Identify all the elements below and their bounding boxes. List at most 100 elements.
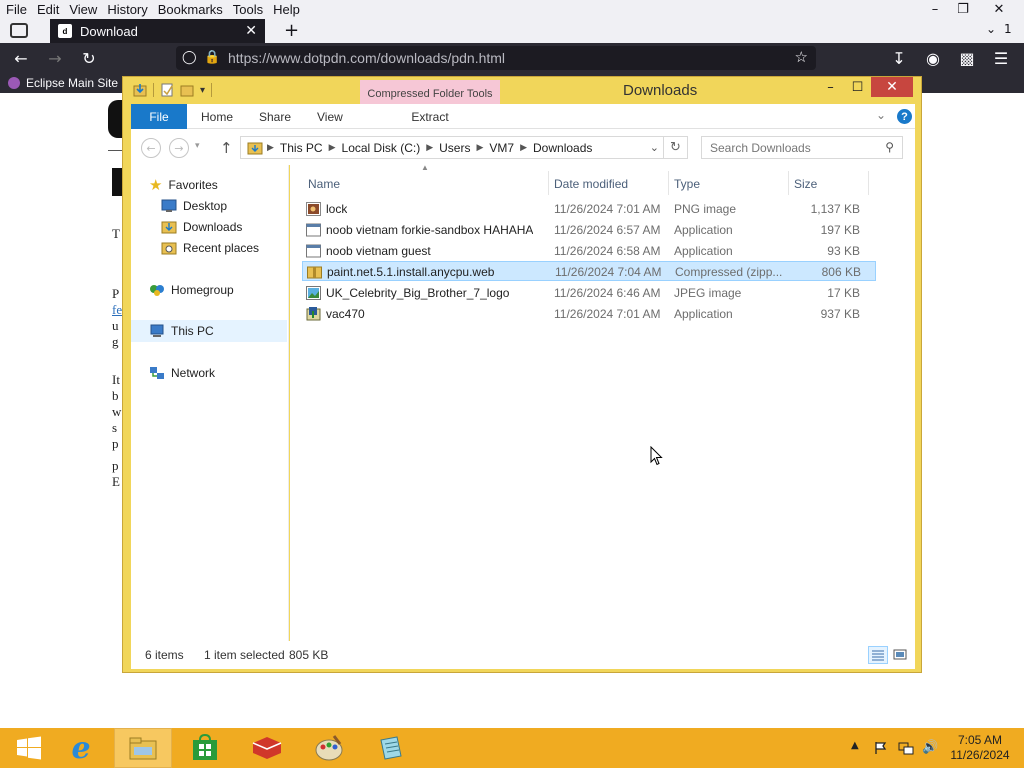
- system-clock[interactable]: 7:05 AM 11/26/2024: [940, 733, 1020, 763]
- nav-homegroup[interactable]: Homegroup: [149, 280, 234, 300]
- menu-history[interactable]: History: [102, 2, 152, 17]
- action-center-flag-icon[interactable]: [874, 741, 888, 755]
- breadcrumb-separator-icon[interactable]: ▶: [329, 142, 336, 153]
- breadcrumb-vm7[interactable]: VM7: [483, 141, 520, 155]
- tab-count: 1: [1004, 22, 1012, 36]
- menu-file[interactable]: File: [0, 2, 32, 17]
- lock-icon[interactable]: 🔒: [204, 49, 220, 65]
- taskbar-ie[interactable]: e: [52, 728, 110, 768]
- ribbon-tab-view[interactable]: View: [317, 104, 343, 129]
- navigation-pane: ★ Favorites Desktop Downloads Recent pla…: [131, 165, 289, 641]
- column-separator[interactable]: [668, 171, 669, 195]
- new-tab-icon[interactable]: +: [284, 20, 299, 41]
- ribbon-tab-file[interactable]: File: [131, 104, 187, 129]
- menu-tools[interactable]: Tools: [228, 2, 268, 17]
- back-icon[interactable]: ←: [10, 48, 32, 68]
- file-row[interactable]: lock 11/26/2024 7:01 AM PNG image 1,137 …: [302, 199, 876, 219]
- file-row[interactable]: noob vietnam guest 11/26/2024 6:58 AM Ap…: [302, 241, 876, 261]
- qat-separator: [153, 83, 154, 97]
- url-bar[interactable]: ◯ 🔒 https://www.dotpdn.com/downloads/pdn…: [176, 46, 816, 70]
- volume-icon[interactable]: 🔊: [922, 740, 938, 755]
- file-row[interactable]: UK_Celebrity_Big_Brother_7_logo 11/26/20…: [302, 283, 876, 303]
- menu-edit[interactable]: Edit: [32, 2, 64, 17]
- address-bar[interactable]: ▶ This PC ▶ Local Disk (C:) ▶ Users ▶ VM…: [240, 136, 664, 159]
- app-menu-icon[interactable]: ☰: [990, 48, 1012, 68]
- large-icons-view-icon[interactable]: [891, 646, 911, 664]
- reload-icon[interactable]: ↻: [78, 48, 100, 68]
- qat-dropdown-icon[interactable]: ▾: [200, 85, 205, 96]
- nav-this-pc[interactable]: This PC: [149, 321, 214, 341]
- refresh-icon[interactable]: ↻: [664, 136, 688, 159]
- search-icon[interactable]: ⚲: [885, 140, 894, 154]
- breadcrumb-local-disk[interactable]: Local Disk (C:): [336, 141, 427, 155]
- column-separator[interactable]: [868, 171, 869, 195]
- breadcrumb-users[interactable]: Users: [433, 141, 476, 155]
- bookmark-eclipse[interactable]: Eclipse Main Site: [26, 76, 118, 90]
- browser-tab[interactable]: d Download ✕: [50, 19, 265, 43]
- file-row[interactable]: vac470 11/26/2024 7:01 AM Application 93…: [302, 304, 876, 324]
- new-folder-icon[interactable]: [180, 82, 194, 98]
- file-row-selected[interactable]: paint.net.5.1.install.anycpu.web 11/26/2…: [302, 261, 876, 281]
- nav-network[interactable]: Network: [149, 363, 215, 383]
- help-icon[interactable]: ?: [897, 109, 912, 124]
- address-dropdown-icon[interactable]: ⌄: [650, 141, 659, 154]
- breadcrumb-this-pc[interactable]: This PC: [274, 141, 329, 155]
- menu-bookmarks[interactable]: Bookmarks: [153, 2, 228, 17]
- breadcrumb-separator-icon[interactable]: ▶: [267, 142, 274, 153]
- breadcrumb-separator-icon[interactable]: ▶: [426, 142, 433, 153]
- start-button[interactable]: [0, 728, 58, 768]
- ribbon-tab-extract[interactable]: Extract: [360, 104, 500, 129]
- nav-favorites[interactable]: ★ Favorites: [149, 175, 218, 195]
- details-view-icon[interactable]: [868, 646, 888, 664]
- tab-list-chevron-icon[interactable]: ⌄: [986, 22, 996, 36]
- menu-view[interactable]: View: [64, 2, 102, 17]
- bookmark-star-icon[interactable]: ☆: [795, 48, 808, 66]
- forward-icon[interactable]: →: [44, 48, 66, 68]
- shield-icon[interactable]: ◯: [182, 49, 197, 65]
- breadcrumb-separator-icon[interactable]: ▶: [476, 142, 483, 153]
- tab-overview-icon[interactable]: [10, 23, 28, 38]
- maximize-button[interactable]: ☐: [844, 77, 871, 97]
- taskbar-file-explorer[interactable]: [114, 728, 172, 768]
- breadcrumb-separator-icon[interactable]: ▶: [520, 142, 527, 153]
- ribbon-tab-home[interactable]: Home: [201, 104, 233, 129]
- file-type: Application: [674, 307, 733, 321]
- compressed-folder-tools-tab[interactable]: Compressed Folder Tools: [360, 80, 500, 107]
- extensions-icon[interactable]: ▩: [956, 48, 978, 68]
- downloads-icon[interactable]: ↧: [888, 48, 910, 68]
- taskbar-paint[interactable]: [300, 728, 358, 768]
- recent-locations-icon[interactable]: ▾: [195, 141, 200, 151]
- column-separator[interactable]: [788, 171, 789, 195]
- search-placeholder: Search Downloads: [710, 140, 811, 155]
- network-status-icon[interactable]: [898, 741, 914, 755]
- column-header-size[interactable]: Size: [794, 173, 817, 195]
- nav-desktop[interactable]: Desktop: [161, 196, 227, 216]
- column-separator[interactable]: [548, 171, 549, 195]
- search-input[interactable]: Search Downloads ⚲: [701, 136, 903, 159]
- close-button[interactable]: ✕: [871, 77, 913, 97]
- ribbon-tab-share[interactable]: Share: [259, 104, 291, 129]
- folder-down-icon[interactable]: [133, 82, 147, 98]
- expand-ribbon-icon[interactable]: ⌄: [876, 108, 886, 122]
- minimize-button[interactable]: –: [817, 77, 844, 97]
- tab-close-icon[interactable]: ✕: [245, 22, 257, 39]
- forward-arrow-icon[interactable]: →: [169, 138, 189, 158]
- properties-icon[interactable]: [160, 82, 174, 98]
- back-arrow-icon[interactable]: ←: [141, 138, 161, 158]
- file-row[interactable]: noob vietnam forkie-sandbox HAHAHA 11/26…: [302, 220, 876, 240]
- taskbar-app-red[interactable]: [238, 728, 296, 768]
- show-hidden-icons[interactable]: ▲: [851, 740, 859, 751]
- page-link[interactable]: fe: [112, 302, 122, 318]
- account-icon[interactable]: ◉: [922, 48, 944, 68]
- column-header-type[interactable]: Type: [674, 173, 700, 195]
- menu-help[interactable]: Help: [268, 2, 305, 17]
- up-arrow-icon[interactable]: ↑: [220, 139, 233, 157]
- nav-downloads[interactable]: Downloads: [161, 217, 242, 237]
- column-header-name[interactable]: Name: [308, 173, 340, 195]
- nav-recent-places[interactable]: Recent places: [161, 238, 259, 258]
- taskbar-notepad[interactable]: [362, 728, 420, 768]
- breadcrumb-downloads[interactable]: Downloads: [527, 141, 598, 155]
- taskbar-store[interactable]: [176, 728, 234, 768]
- browser-close-button[interactable]: ✕: [976, 0, 1022, 19]
- column-header-date[interactable]: Date modified: [554, 173, 628, 195]
